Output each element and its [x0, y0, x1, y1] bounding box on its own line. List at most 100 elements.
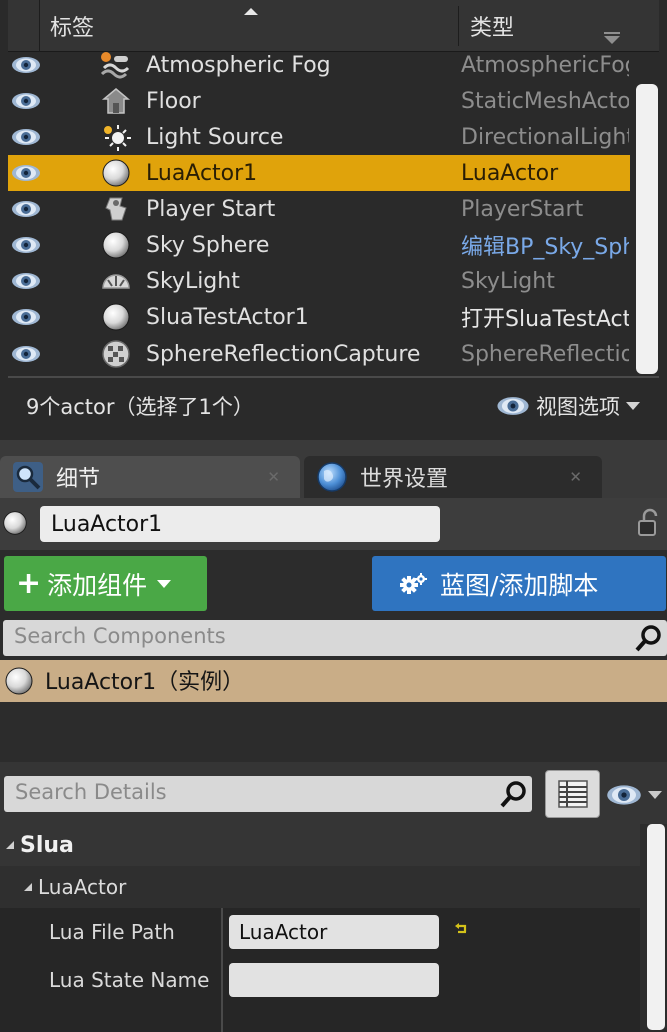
- column-divider[interactable]: [458, 6, 459, 46]
- tab-details[interactable]: 细节 ✕: [0, 456, 300, 498]
- actor-name-input[interactable]: LuaActor1: [40, 506, 440, 542]
- eye-icon: [606, 784, 642, 806]
- details-scrollbar[interactable]: [647, 824, 665, 1030]
- label-column-header[interactable]: 标签: [50, 0, 94, 52]
- gears-icon: [400, 572, 427, 594]
- chevron-down-icon: [157, 579, 172, 588]
- outliner-row[interactable]: SkyLight SkyLight: [8, 263, 630, 299]
- actor-type: PlayerStart: [461, 196, 584, 222]
- visibility-eye-icon[interactable]: [11, 56, 41, 74]
- eye-icon: [496, 396, 530, 416]
- lock-icon[interactable]: [636, 508, 662, 538]
- visibility-eye-icon[interactable]: [11, 345, 41, 363]
- open-source-link[interactable]: 打开SluaTestActor: [461, 301, 629, 333]
- details-empty-area: [0, 1004, 640, 1032]
- plus-icon: +: [16, 566, 42, 601]
- outliner-footer-divider: [8, 376, 659, 378]
- search-icon: [500, 781, 526, 808]
- details-view-options-button[interactable]: [606, 782, 666, 808]
- visibility-eye-icon[interactable]: [11, 92, 41, 110]
- subcategory-luaactor-label: LuaActor: [38, 875, 127, 899]
- actor-count-status: 9个actor（选择了1个）: [26, 395, 254, 419]
- actor-label: Floor: [146, 88, 201, 114]
- expand-triangle-icon: [6, 841, 14, 849]
- sphere-icon: [4, 666, 34, 696]
- category-slua[interactable]: Slua: [0, 824, 640, 866]
- outliner-row[interactable]: Floor StaticMeshActor: [8, 83, 630, 119]
- search-components-input[interactable]: Search Components: [3, 620, 667, 656]
- actor-type: AtmosphericFog: [461, 52, 629, 78]
- tab-world-settings-label: 世界设置: [360, 467, 449, 492]
- chevron-down-icon: [626, 402, 640, 410]
- property-column-splitter[interactable]: [221, 908, 223, 1032]
- actor-label: SphereReflectionCapture: [146, 341, 421, 367]
- visibility-eye-icon[interactable]: [11, 236, 41, 254]
- subcategory-luaactor[interactable]: LuaActor: [0, 866, 640, 908]
- reflection-capture-icon: [100, 339, 132, 369]
- actor-label: SluaTestActor1: [146, 304, 309, 330]
- lua-file-path-input[interactable]: LuaActor: [229, 915, 439, 949]
- lua-file-path-label: Lua File Path: [49, 920, 175, 944]
- sort-ascending-icon: [244, 8, 258, 15]
- outliner-row[interactable]: Light Source DirectionalLight: [8, 119, 630, 155]
- blueprint-add-script-button[interactable]: 蓝图/添加脚本: [372, 556, 666, 611]
- tab-details-label: 细节: [56, 467, 101, 492]
- actor-type: SkyLight: [461, 268, 555, 294]
- actor-label: SkyLight: [146, 268, 240, 294]
- sphere-icon: [2, 510, 28, 536]
- outliner-row[interactable]: Sky Sphere 编辑BP_Sky_Sphere: [8, 227, 630, 263]
- actor-label: Player Start: [146, 196, 276, 222]
- lua-state-name-input[interactable]: [229, 963, 439, 997]
- view-options-label: 视图选项: [536, 395, 620, 419]
- globe-icon: [317, 462, 347, 492]
- static-mesh-icon: [100, 86, 132, 116]
- lua-state-name-label: Lua State Name: [49, 968, 210, 992]
- edit-blueprint-link[interactable]: 编辑BP_Sky_Sphere: [461, 229, 629, 261]
- outliner-row-selected[interactable]: LuaActor1 LuaActor: [8, 155, 630, 191]
- close-icon[interactable]: ✕: [569, 468, 582, 486]
- visibility-eye-icon[interactable]: [11, 200, 41, 218]
- chevron-down-icon: [648, 791, 662, 799]
- sphere-icon: [100, 302, 132, 332]
- add-component-button[interactable]: + 添加组件: [4, 556, 207, 611]
- sphere-icon: [100, 158, 132, 188]
- actor-type: LuaActor: [461, 160, 559, 186]
- outliner-scrollbar[interactable]: [636, 84, 658, 374]
- visibility-eye-icon[interactable]: [11, 272, 41, 290]
- outliner-row[interactable]: Atmospheric Fog AtmosphericFog: [8, 47, 630, 83]
- tab-world-settings[interactable]: 世界设置 ✕: [304, 456, 602, 498]
- sun-light-icon: [100, 122, 132, 152]
- search-icon: [635, 625, 661, 652]
- column-options-icon[interactable]: [604, 32, 620, 44]
- outliner-list: Atmospheric Fog AtmosphericFog Floor Sta…: [8, 47, 630, 375]
- outliner-row[interactable]: SluaTestActor1 打开SluaTestActor: [8, 299, 630, 335]
- component-instance-label: LuaActor1（实例）: [45, 670, 245, 695]
- magnifier-icon: [13, 462, 43, 492]
- actor-label: LuaActor1: [146, 160, 258, 186]
- player-start-icon: [100, 194, 132, 224]
- actor-label: Atmospheric Fog: [146, 52, 331, 78]
- visibility-column-header[interactable]: [8, 0, 40, 52]
- view-options-button[interactable]: 视图选项: [496, 391, 640, 421]
- visibility-eye-icon[interactable]: [11, 308, 41, 326]
- category-slua-label: Slua: [20, 832, 74, 858]
- skylight-icon: [100, 266, 132, 296]
- reset-to-default-icon[interactable]: [454, 922, 470, 938]
- visibility-eye-icon[interactable]: [11, 128, 41, 146]
- close-icon[interactable]: ✕: [267, 468, 280, 486]
- sphere-icon: [100, 230, 132, 260]
- actor-label: Sky Sphere: [146, 232, 270, 258]
- actor-label: Light Source: [146, 124, 284, 150]
- grid-icon: [557, 780, 588, 808]
- actor-type: StaticMeshActor: [461, 88, 629, 114]
- outliner-row[interactable]: SphereReflectionCapture SphereReflection…: [8, 336, 630, 372]
- fog-icon: [100, 50, 132, 80]
- add-component-label: 添加组件: [47, 570, 148, 600]
- property-matrix-button[interactable]: [545, 770, 600, 818]
- outliner-row[interactable]: Player Start PlayerStart: [8, 191, 630, 227]
- type-column-header[interactable]: 类型: [470, 0, 514, 52]
- search-details-placeholder: Search Details: [15, 780, 167, 804]
- outliner-header: 标签 类型: [8, 0, 659, 52]
- visibility-eye-icon[interactable]: [11, 164, 41, 182]
- search-details-input[interactable]: Search Details: [4, 776, 532, 812]
